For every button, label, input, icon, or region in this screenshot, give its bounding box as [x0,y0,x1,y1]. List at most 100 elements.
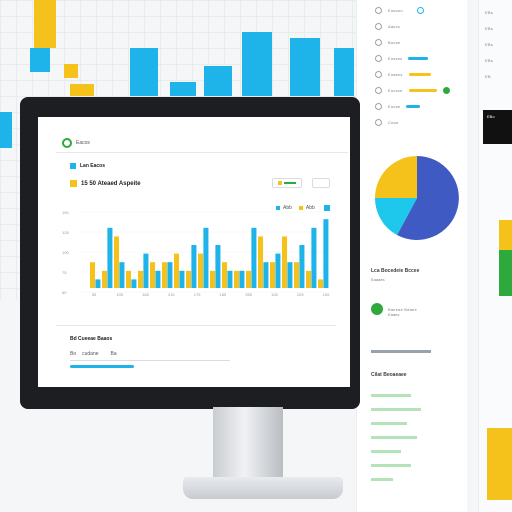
chart-bar-blue [311,227,317,288]
row-label: Eoocce [388,87,403,93]
far-right-item[interactable]: EBs [485,58,493,63]
footer-item[interactable]: Bo [70,351,76,357]
chart-bar-yellow [282,236,288,288]
chart-bar-yellow [270,262,276,288]
list-line [371,464,411,467]
right-panel: Eosooo Aaccs Boose Eosses Eoaecs Eoocce … [356,0,467,512]
bg-bar-blue [170,82,196,96]
right-panel-row[interactable]: Aaccs [375,22,400,30]
monitor-stand [213,407,283,483]
footer-item[interactable]: Ba [111,351,117,357]
row-label: Boose [388,39,401,45]
footer-item[interactable]: cudane [82,351,98,357]
x-tick-label: 105 [271,292,278,297]
right-panel-row[interactable]: Cooe [375,118,398,126]
list-heading: Cilat Beoaeaee [371,372,407,378]
bar-chart: 150 125 100 75 60 55 105 165 215 175 185 265 105 225 1… [62,210,330,297]
dropdown[interactable] [272,178,302,188]
far-right-bar-green [499,250,512,296]
chart-bar-blue [95,279,101,288]
chart-bar-blue [191,245,197,288]
square-icon [70,180,77,187]
chart-bar-blue [287,262,293,288]
divider [371,350,431,353]
pie-subtitle: Eaaaes [371,277,385,282]
chart-bar-yellow [210,270,216,288]
chart-bar-blue [299,245,305,288]
x-tick-label: 265 [245,292,252,297]
chart-bar-blue [155,270,161,288]
chart-bar-yellow [186,270,192,288]
status-dot-icon [442,86,450,94]
y-tick-label: 125 [62,230,69,235]
dark-badge: EBo [483,110,512,144]
menu-button[interactable] [312,178,330,188]
radio-icon [375,6,382,14]
right-panel-row[interactable]: Eoose [375,102,421,110]
row-label: Eoaecs [388,71,403,77]
x-tick-label: 55 [92,292,97,297]
far-right-item[interactable]: EBs [485,42,493,47]
right-panel-row[interactable]: Eosses [375,54,429,62]
right-panel-row[interactable]: Eoocce [375,86,450,94]
x-tick-label: 175 [194,292,201,297]
bg-bar-blue [130,48,158,96]
item-subtitle: Eaaes [388,312,400,317]
y-tick-label: 150 [62,210,69,215]
list-line [371,422,407,425]
footer-title: Bd Cueeae Baaos [70,336,113,342]
bg-bar-blue [204,66,232,96]
chart-bar-yellow [318,279,324,288]
far-right-item[interactable]: EBs [485,26,493,31]
right-panel-row[interactable]: Eoaecs [375,70,431,78]
chart-bar-blue [227,270,233,288]
divider [56,152,348,153]
chart-bar-blue [203,227,209,288]
far-right-item[interactable]: EBs [485,10,493,15]
bg-bar-yellow [34,0,56,48]
x-tick-label: 185 [220,292,227,297]
radio-icon [375,102,382,110]
section-label-text: Lan Eacos [80,163,106,169]
x-tick-label: 215 [168,292,175,297]
chart-bar-blue [323,219,329,288]
list-line [371,436,417,439]
chart-bar-blue [179,270,185,288]
radio-icon [375,54,382,62]
list-line [371,478,393,481]
y-tick-label: 75 [62,270,67,275]
right-panel-row[interactable]: Eosooo [375,6,424,14]
chart-bar-blue [251,227,257,288]
bg-bar-blue [290,38,320,96]
row-label: Eosses [388,55,403,61]
right-panel-row[interactable]: Boose [375,38,400,46]
chart-bar-blue [215,245,221,288]
row-label: Eoose [388,103,401,109]
screen-header[interactable]: Eacos [62,138,90,148]
list-line [371,450,401,453]
bg-bar-blue [30,48,50,72]
far-right-item[interactable]: EB [485,74,491,79]
chart-bar-yellow [162,262,168,288]
bg-bar-yellow [70,84,94,96]
list-item[interactable]: Baeeae Bdaee [371,302,467,316]
chart-bar-yellow [114,236,120,288]
far-right-card-yellow [487,428,512,500]
chart-bar-yellow [126,270,132,288]
radio-icon [375,38,382,46]
progress-bar [406,104,421,108]
progress-bar [70,365,134,368]
chart-bar-yellow [174,253,180,288]
chart-bar-yellow [150,262,156,288]
radio-icon [375,118,382,126]
row-label: Aaccs [388,23,400,29]
chart-bar-yellow [306,270,312,288]
task-list [371,394,461,481]
square-icon [278,181,282,185]
chart-bar-blue [263,262,269,288]
chart-bar-blue [167,262,173,288]
far-right-panel: EBs EBs EBs EBs EB EBo [478,0,512,512]
list-line [371,408,421,411]
header-label: Eacos [76,140,90,146]
monitor-base [183,477,343,499]
